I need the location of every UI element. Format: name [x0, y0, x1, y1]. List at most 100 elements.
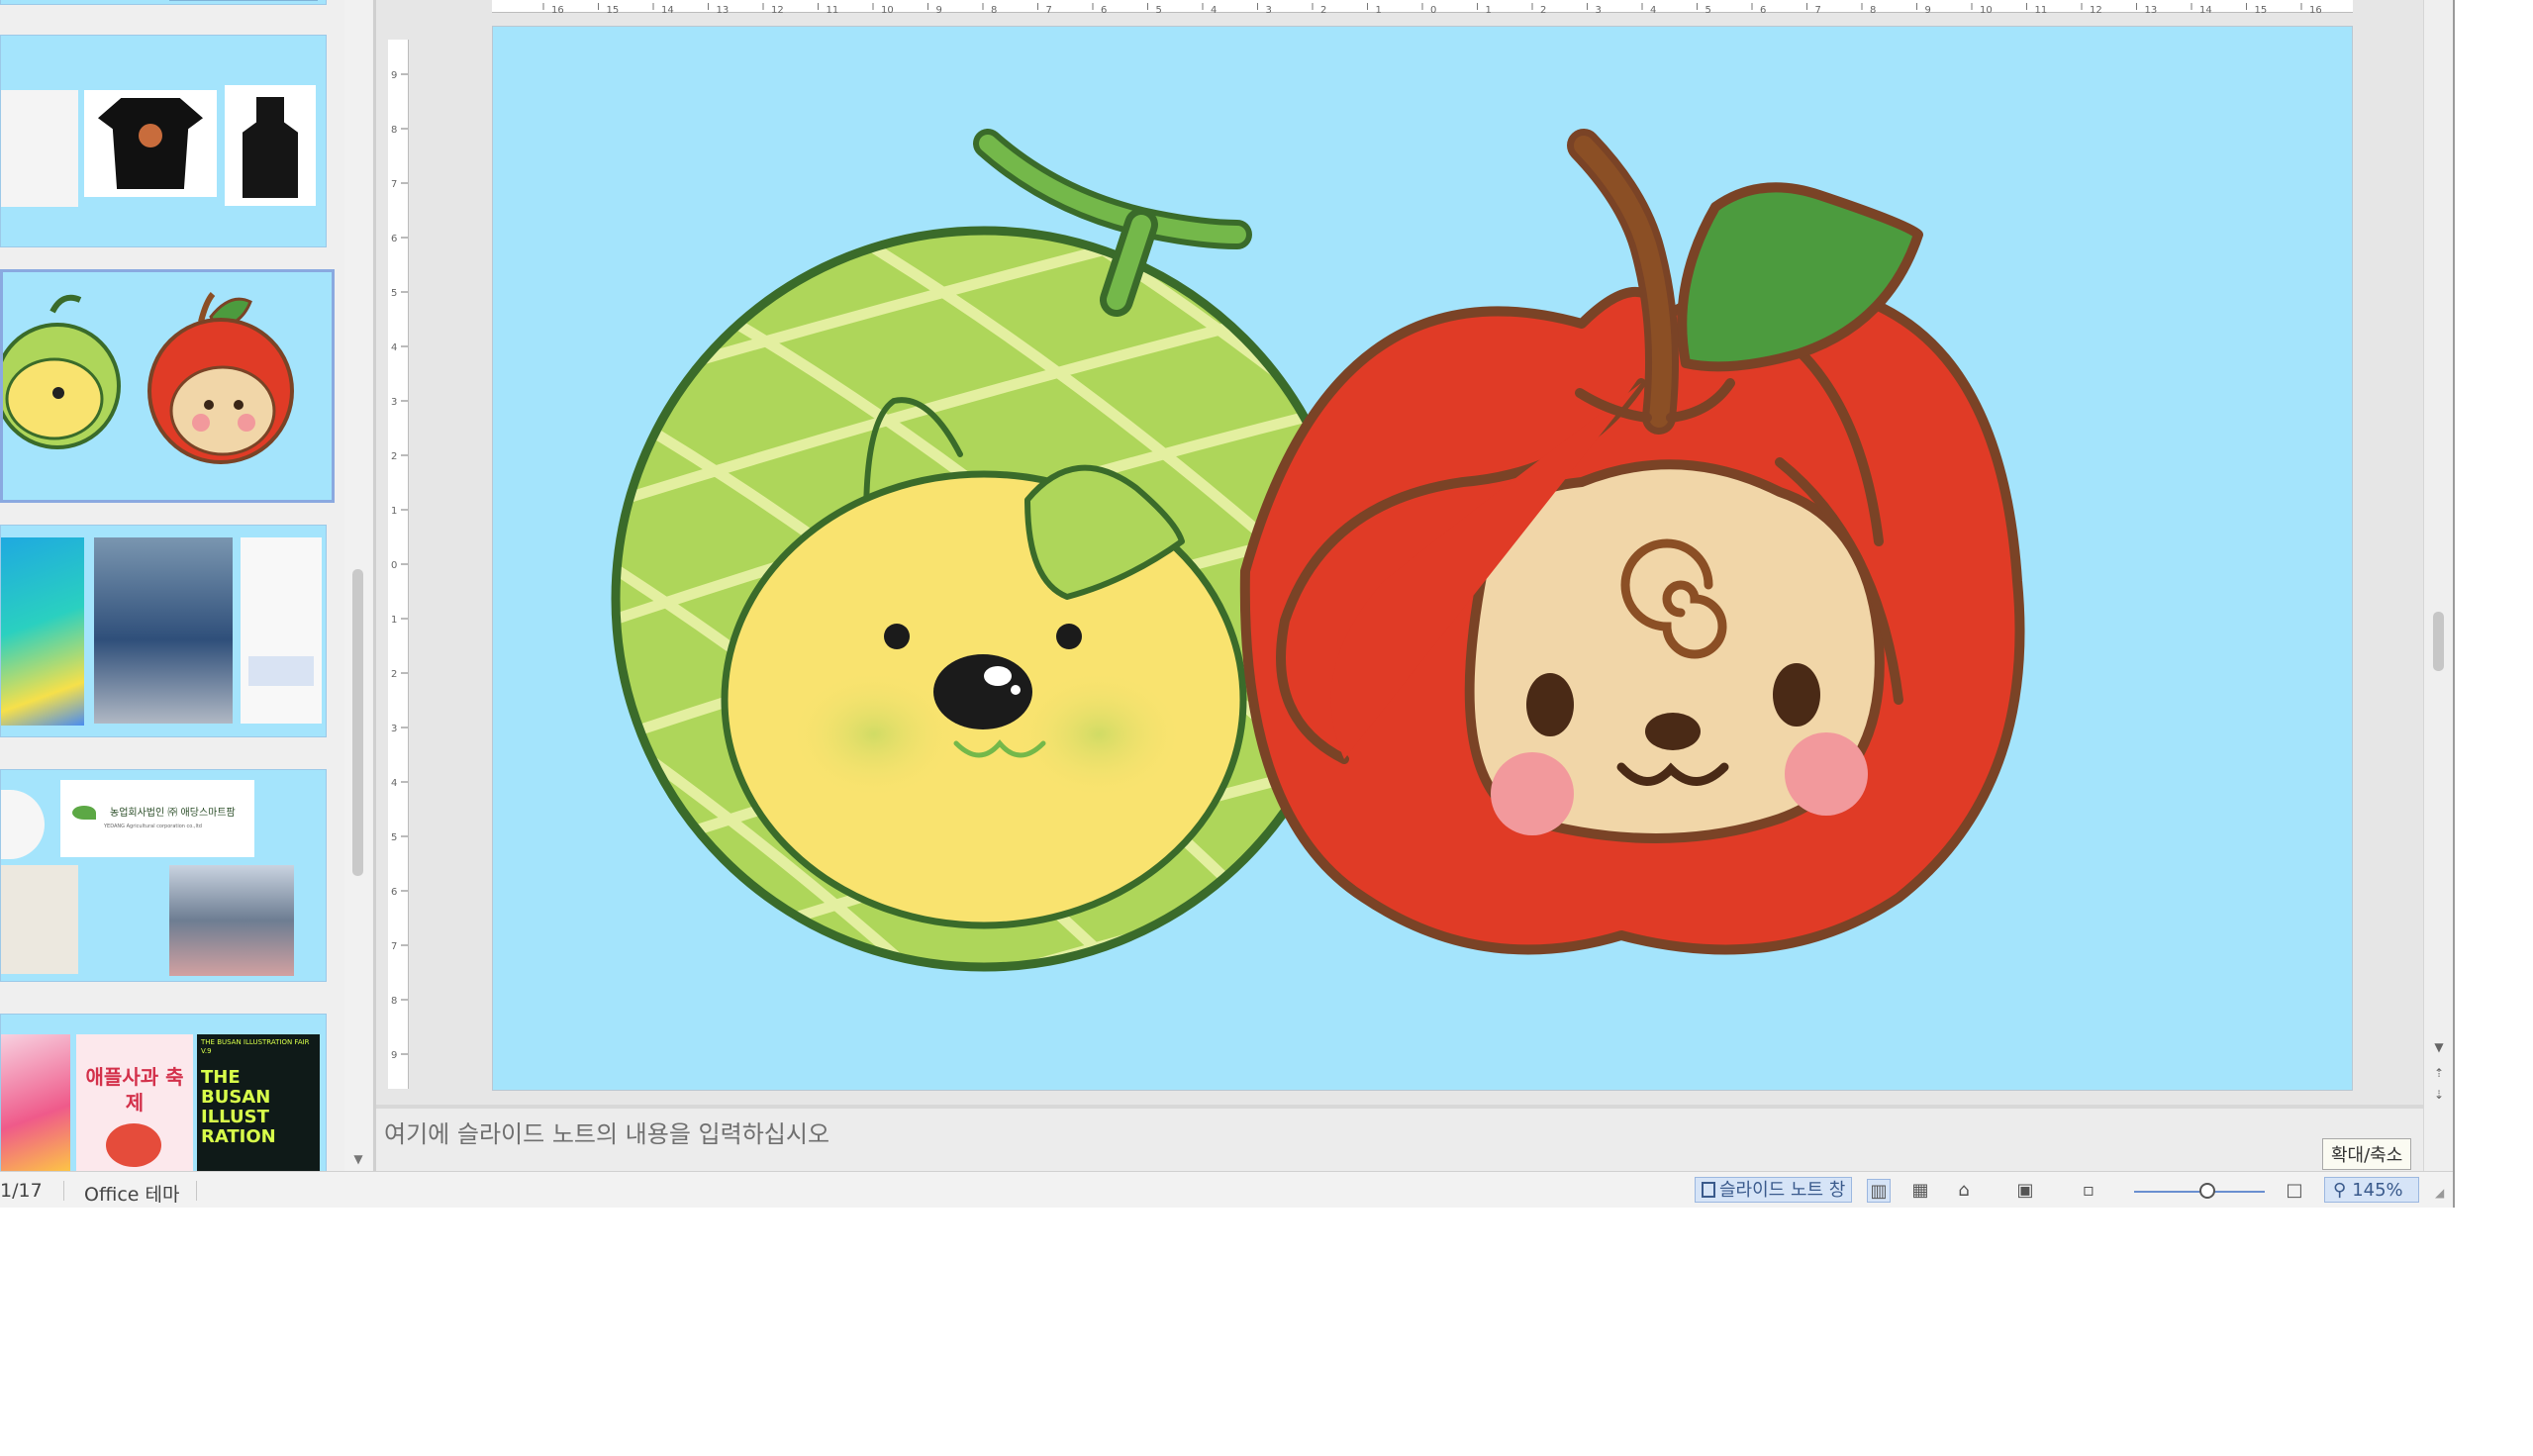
- tshirt-white-image: [1, 90, 78, 207]
- ruler-tick-label: 12: [2090, 5, 2102, 15]
- zoom-slider-handle[interactable]: [2199, 1183, 2215, 1199]
- ruler-tick-label: 10: [1980, 5, 1993, 15]
- zoom-level-button[interactable]: ⚲ 145%: [2324, 1177, 2419, 1203]
- ruler-tick-label: 5: [1705, 5, 1711, 15]
- mascot-badge-image: [1, 790, 45, 859]
- ruler-tick-label: 4: [1650, 5, 1656, 15]
- ruler-tick-label: 1: [391, 615, 397, 626]
- panel-splitter[interactable]: [373, 0, 376, 1171]
- thumbnail-panel[interactable]: 농업회사법인 ㈜ 애당스마트팜 YEDANG Agricultural corp…: [0, 0, 373, 1171]
- notes-button-label: 슬라이드 노트 창: [1719, 1180, 1846, 1201]
- ruler-tick-label: 15: [2255, 5, 2268, 15]
- ruler-tick-label: 8: [991, 5, 997, 15]
- slide-canvas[interactable]: [492, 26, 2353, 1091]
- scroll-down-arrow-icon[interactable]: ▼: [350, 1151, 366, 1167]
- notes-pane-toggle-button[interactable]: 슬라이드 노트 창: [1695, 1177, 1853, 1203]
- ruler-tick-label: 2: [391, 451, 397, 462]
- slide-counter: 1/17: [0, 1180, 43, 1202]
- ruler-tick-label: 1: [391, 506, 397, 517]
- zoom-icon: ⚲: [2333, 1180, 2347, 1201]
- next-slide-icon[interactable]: ⇣: [2429, 1086, 2449, 1104]
- company-logo-subtitle: YEDANG Agricultural corporation co.,ltd: [104, 824, 202, 829]
- ruler-tick-label: 7: [1046, 5, 1052, 15]
- tshirt-black-image: [84, 90, 217, 197]
- ruler-tick-label: 5: [1156, 5, 1162, 15]
- scroll-down-icon[interactable]: ▼: [2429, 1038, 2449, 1056]
- slideshow-icon[interactable]: ▣: [2013, 1179, 2037, 1203]
- ruler-tick-label: 9: [391, 70, 397, 81]
- illustration-poster-header: THE BUSAN ILLUSTRATION FAIR V.9: [201, 1038, 310, 1055]
- festival-poster-title: 애플사과 축제: [85, 1065, 184, 1115]
- ruler-tick-label: 15: [607, 5, 620, 15]
- apple-character[interactable]: [1239, 129, 2025, 955]
- theme-name: Office 테마: [84, 1184, 180, 1206]
- web-page-screenshot-image: [241, 537, 322, 724]
- ruler-tick-label: 3: [1596, 5, 1602, 15]
- ruler-tick-label: 9: [391, 1050, 397, 1061]
- ruler-tick-label: 12: [771, 5, 784, 15]
- ruler-tick-label: 16: [2309, 5, 2322, 15]
- zoom-out-icon[interactable]: ▫: [2077, 1179, 2100, 1203]
- slide-thumbnail-2[interactable]: [0, 35, 327, 247]
- thumbnail-scroll-thumb[interactable]: [352, 569, 363, 876]
- slide-scroll-thumb[interactable]: [2433, 612, 2444, 671]
- booth-photo-image: [94, 537, 233, 724]
- ruler-tick-label: 5: [391, 832, 397, 843]
- normal-view-icon[interactable]: ▥: [1867, 1179, 1891, 1203]
- slide-thumbnail-6[interactable]: 애플사과 축제 THE BUSAN ILLUSTRATION FAIR V.9 …: [0, 1014, 327, 1171]
- ruler-tick-label: 3: [391, 397, 397, 408]
- status-bar: 1/17 Office 테마 슬라이드 노트 창 ▥ ▦ ⌂ ▣ ▫ □ ⚲ 14…: [0, 1171, 2455, 1208]
- illustration-poster-title: THE BUSAN ILLUST RATION: [201, 1067, 276, 1147]
- ruler-tick-label: 8: [391, 996, 397, 1007]
- slide-sorter-icon[interactable]: ▦: [1908, 1179, 1932, 1203]
- ruler-tick-label: 11: [2035, 5, 2048, 15]
- event-poster-image-3: THE BUSAN ILLUSTRATION FAIR V.9 THE BUSA…: [197, 1034, 320, 1171]
- slide-thumbnail-5[interactable]: 농업회사법인 ㈜ 애당스마트팜 YEDANG Agricultural corp…: [0, 769, 327, 982]
- ruler-tick-label: 5: [391, 288, 397, 299]
- ruler-tick-label: 3: [391, 724, 397, 734]
- ruler-tick-label: 6: [391, 887, 397, 898]
- ruler-tick-label: 14: [661, 5, 674, 15]
- ruler-tick-label: 14: [2199, 5, 2212, 15]
- ruler-tick-label: 0: [391, 560, 397, 571]
- ruler-tick-label: 1: [1486, 5, 1492, 15]
- storefront-photo-image: [169, 865, 294, 976]
- ruler-tick-label: 13: [717, 5, 730, 15]
- apron-image: [225, 85, 316, 206]
- ruler-tick-label: 9: [936, 5, 942, 15]
- ruler-tick-label: 8: [1870, 5, 1876, 15]
- ruler-tick-label: 0: [1430, 5, 1436, 15]
- resize-grip-icon[interactable]: ◢: [2435, 1186, 2449, 1200]
- vertical-ruler: 9 8 7 6 5 4 3 2 1 0 1 2 3 4 5 6 7 8 9: [388, 40, 409, 1089]
- thumbnail-scrollbar[interactable]: ▼: [344, 0, 372, 1171]
- zoom-level-value: 145%: [2352, 1180, 2403, 1201]
- previous-slide-icon[interactable]: ⇡: [2429, 1064, 2449, 1082]
- ruler-tick-label: 6: [1760, 5, 1766, 15]
- slide-thumbnail-4[interactable]: [0, 525, 327, 737]
- ruler-tick-label: 1: [1376, 5, 1382, 15]
- ruler-tick-label: 3: [1266, 5, 1272, 15]
- ruler-tick-label: 11: [827, 5, 839, 15]
- fit-icon[interactable]: □: [2283, 1179, 2306, 1203]
- slide-vertical-scrollbar[interactable]: ▼ ⇡ ⇣: [2423, 0, 2454, 1171]
- ruler-tick-label: 7: [391, 179, 397, 190]
- reading-view-icon[interactable]: ⌂: [1952, 1179, 1976, 1203]
- ruler-tick-label: 7: [391, 941, 397, 952]
- company-logo-card: 농업회사법인 ㈜ 애당스마트팜 YEDANG Agricultural corp…: [60, 780, 254, 857]
- notes-pane[interactable]: 여기에 슬라이드 노트의 내용을 입력하십시오: [376, 1109, 2423, 1171]
- ruler-tick-label: 4: [1211, 5, 1217, 15]
- zoom-tooltip: 확대/축소: [2322, 1138, 2412, 1170]
- slide-thumbnail-1[interactable]: [0, 0, 327, 5]
- ruler-tick-label: 2: [391, 669, 397, 680]
- slide-thumbnail-3-selected[interactable]: [0, 269, 335, 503]
- company-logo-title: 농업회사법인 ㈜ 애당스마트팜: [110, 808, 236, 819]
- vertical-ruler-ticks: 9 8 7 6 5 4 3 2 1 0 1 2 3 4 5 6 7 8 9: [391, 70, 408, 1061]
- ruler-tick-label: 7: [1815, 5, 1821, 15]
- ruler-tick-label: 2: [1540, 5, 1546, 15]
- ruler-tick-label: 10: [881, 5, 894, 15]
- presentation-window: 농업회사법인 ㈜ 애당스마트팜 YEDANG Agricultural corp…: [0, 0, 2455, 1208]
- festival-poster-image: [1, 537, 84, 726]
- window-edge: [2453, 0, 2455, 1208]
- ruler-tick-label: 6: [391, 234, 397, 244]
- notes-placeholder-text[interactable]: 여기에 슬라이드 노트의 내용을 입력하십시오: [384, 1115, 829, 1149]
